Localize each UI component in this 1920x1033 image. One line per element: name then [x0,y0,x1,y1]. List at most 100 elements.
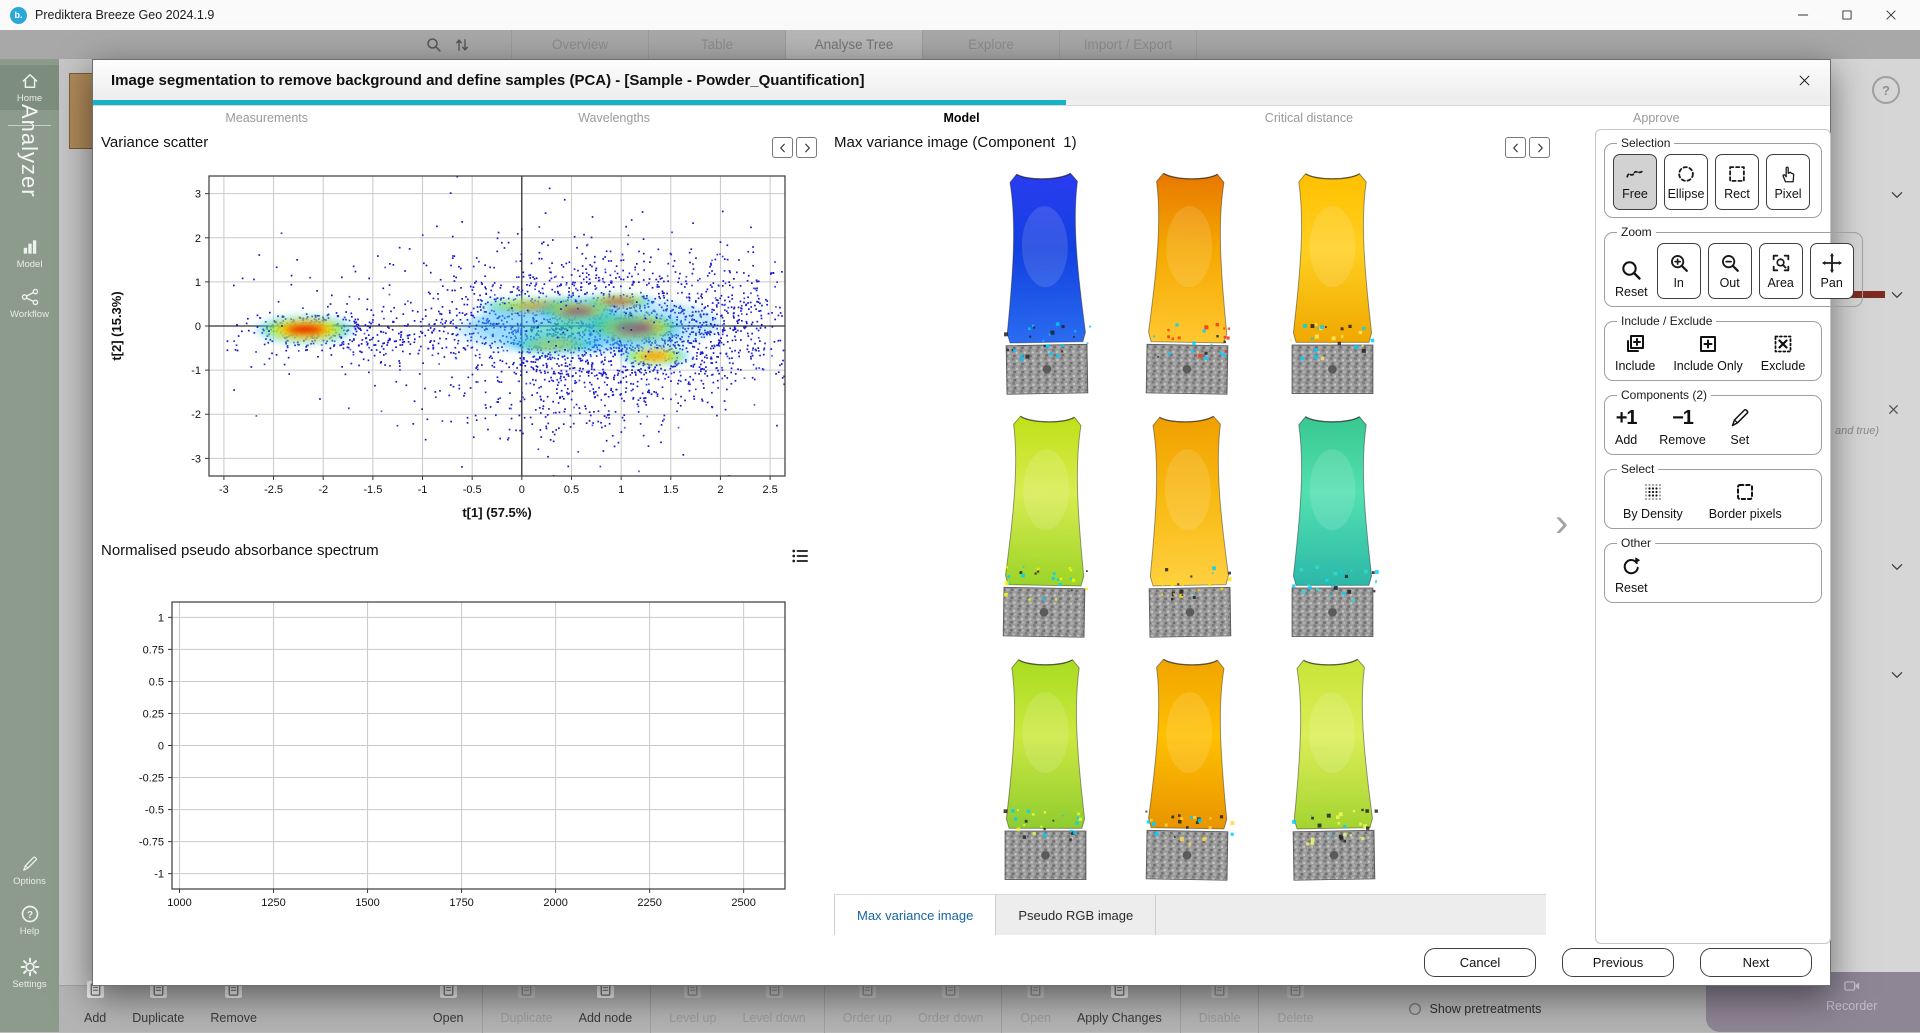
image-tab-max-variance-image[interactable]: Max variance image [834,895,996,935]
sort-icon[interactable] [453,36,471,54]
dropdown-caret-icon[interactable] [1889,559,1905,575]
minimize-icon [1796,8,1810,22]
svg-text:3: 3 [195,189,201,201]
svg-text:1: 1 [618,484,624,496]
previous-button[interactable]: Previous [1562,948,1674,977]
tool-out-button[interactable]: Out [1708,243,1752,299]
wizard-step-critical-distance[interactable]: Critical distance [1135,105,1482,131]
group-zoom: ZoomResetInOutAreaPan [1604,225,1863,307]
toolbar-separator [650,986,651,1033]
tool-border-pixels-button[interactable]: Border pixels [1707,480,1784,521]
sidebar-item-workflow[interactable]: Workflow [0,287,59,320]
tool-include-button[interactable]: Include [1613,332,1657,373]
toolbar-label: Duplicate [501,1011,553,1025]
search-icon[interactable] [425,36,443,54]
close-button[interactable] [1876,3,1906,27]
sidebar-item-options[interactable]: Options [0,854,59,887]
chevron-right-icon [1534,142,1546,154]
dropdown-caret-icon[interactable] [1889,287,1905,303]
tool-ellipse-button[interactable]: Ellipse [1664,154,1708,210]
clear-x-icon[interactable] [1887,403,1900,416]
tool-label: Exclude [1761,359,1805,373]
cancel-button[interactable]: Cancel [1424,948,1536,977]
tool-remove-button[interactable]: −1Remove [1657,406,1708,447]
dropdown-caret-icon[interactable] [1889,187,1905,203]
tool-include-only-button[interactable]: Include Only [1671,332,1744,373]
toolbar-label: Duplicate [132,1011,184,1025]
chevron-left-icon [777,142,789,154]
sidebar-item-help[interactable]: ?Help [0,904,59,937]
tab-analyse-tree[interactable]: Analyse Tree [785,30,922,59]
chevron-right-icon [801,142,813,154]
sidebar-item-settings[interactable]: Settings [0,957,59,990]
max-variance-image[interactable] [974,161,1404,891]
toolbar-add-button[interactable]: Add [71,981,119,1025]
sidebar-item-model[interactable]: Model [0,237,59,270]
scatter-prev-button[interactable] [772,137,793,158]
wizard-step-model[interactable]: Model [788,105,1135,131]
tool-reset-button[interactable]: Reset [1613,554,1650,595]
minimize-button[interactable] [1788,3,1818,27]
tool-by-density-button[interactable]: By Density [1621,480,1685,521]
spectrum-plot[interactable]: 1000125015001750200022502500-1-0.75-0.5-… [101,592,801,922]
wizard-step-wavelengths[interactable]: Wavelengths [440,105,787,131]
tool-pixel-button[interactable]: Pixel [1766,154,1810,210]
tool-set-button[interactable]: Set [1726,406,1754,447]
tool-label: Add [1615,433,1637,447]
dialog-close-button[interactable] [1792,68,1816,92]
spectrum-menu-icon[interactable] [789,546,811,566]
tool-add-button[interactable]: +1Add [1613,406,1639,447]
svg-text:-0.5: -0.5 [463,484,482,496]
tool-reset-button[interactable]: Reset [1613,258,1650,299]
tool-free-button[interactable]: Free [1613,154,1657,210]
help-bubble-icon[interactable]: ? [1872,76,1900,104]
scatter-section-title: Variance scatter [101,134,208,151]
image-tab-pseudo-rgb-image[interactable]: Pseudo RGB image [996,895,1156,935]
tool-rect-button[interactable]: Rect [1715,154,1759,210]
panel-expander-chevron[interactable]: › [1555,500,1568,546]
svg-text:-0.5: -0.5 [145,805,164,817]
dialog-footer: Cancel Previous Next [93,948,1830,986]
toolbar-remove-button[interactable]: Remove [197,981,270,1025]
group-components-2-: Components (2)+1Add−1RemoveSet [1604,388,1822,455]
tab-overview[interactable]: Overview [511,30,648,59]
image-prev-button[interactable] [1505,137,1526,158]
show-pretreatments-toggle[interactable]: Show pretreatments [1407,1001,1542,1017]
help-icon: ? [20,904,40,924]
svg-text:2.5: 2.5 [762,484,777,496]
next-button[interactable]: Next [1700,948,1812,977]
maximize-icon [1840,8,1854,22]
toolbar-add-node-button[interactable]: Add node [566,981,646,1025]
toolbar-label: Delete [1277,1011,1313,1025]
maximize-button[interactable] [1832,3,1862,27]
toolbar-label: Level down [742,1011,805,1025]
tab-table[interactable]: Table [648,30,785,59]
svg-text:0: 0 [519,484,525,496]
tool-exclude-button[interactable]: Exclude [1759,332,1807,373]
toolbar-apply-changes-button[interactable]: Apply Changes [1064,981,1175,1025]
image-next-button[interactable] [1529,137,1550,158]
sample-bag-7 [974,648,1117,891]
recorder-label: Recorder [1826,999,1877,1013]
wizard-step-measurements[interactable]: Measurements [93,105,440,131]
wizard-step-approve[interactable]: Approve [1483,105,1830,131]
tool-area-button[interactable]: Area [1759,243,1803,299]
variance-scatter-plot[interactable]: -3-2.5-2-1.5-1-0.500.511.522.5-3-2-10123… [101,166,801,536]
svg-text:0: 0 [195,321,201,333]
sidebar-item-label: Home [17,93,42,104]
tool-pan-button[interactable]: Pan [1810,243,1854,299]
tool-label: Reset [1615,581,1648,595]
toolbar-duplicate-button[interactable]: Duplicate [119,981,197,1025]
toolbar-open-button[interactable]: Open [420,981,477,1025]
tab-import-export[interactable]: Import / Export [1059,30,1197,59]
image-tabs: Max variance imagePseudo RGB image [834,894,1546,935]
svg-text:-0.75: -0.75 [139,837,164,849]
dropdown-caret-icon[interactable] [1889,667,1905,683]
tab-explore[interactable]: Explore [922,30,1059,59]
svg-text:0.5: 0.5 [149,676,164,688]
pencil-icon [1728,406,1752,430]
tool-in-button[interactable]: In [1657,243,1701,299]
svg-text:-2.5: -2.5 [264,484,283,496]
top-tab-bar: OverviewTableAnalyse TreeExploreImport /… [0,30,1920,59]
scatter-next-button[interactable] [796,137,817,158]
